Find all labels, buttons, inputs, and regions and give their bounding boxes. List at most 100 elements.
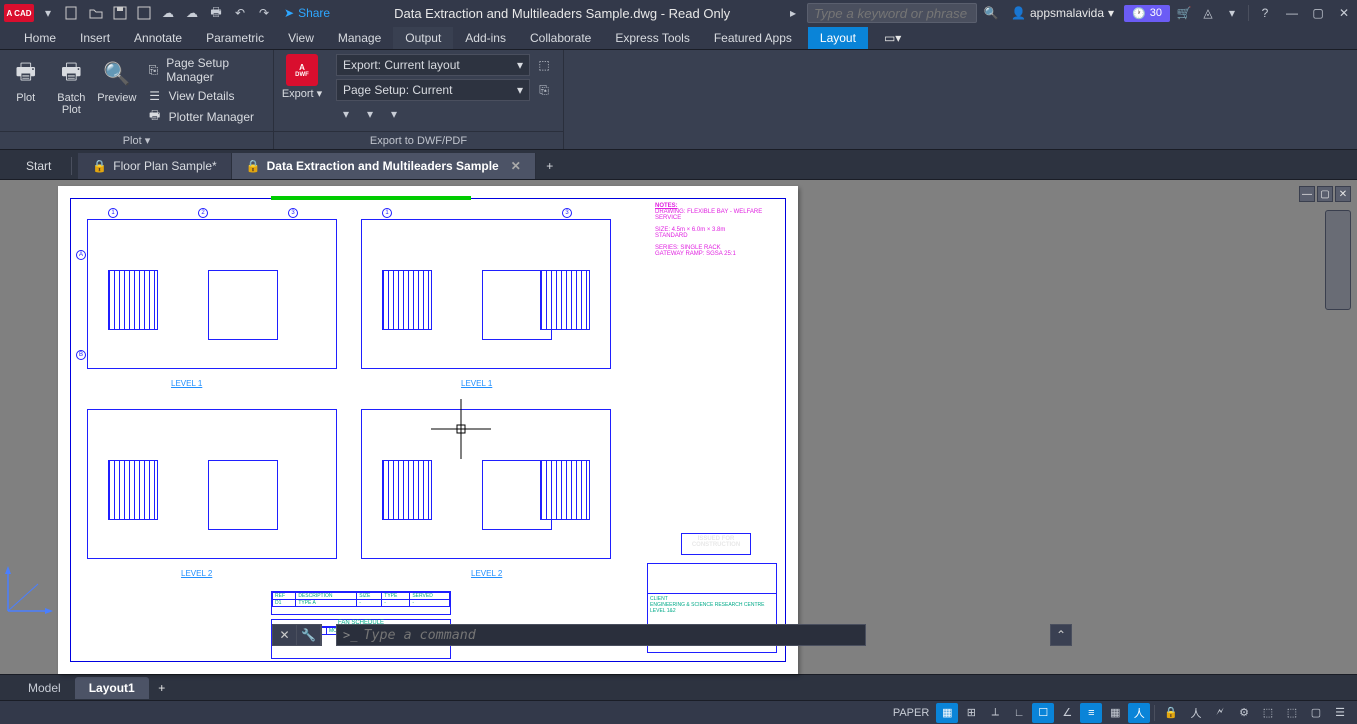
panel-export: ADWF Export ▾ Export: Current layout▾ ⬚ … — [274, 50, 564, 149]
batch-plot-button[interactable]: 🖶Batch Plot — [50, 54, 94, 127]
print-icon[interactable]: 🖶 — [206, 3, 226, 23]
open-icon[interactable] — [86, 3, 106, 23]
tab-output[interactable]: Output — [393, 27, 453, 49]
save-icon[interactable] — [110, 3, 130, 23]
page-setup-manager-button[interactable]: ⎘ Page Setup Manager — [141, 54, 269, 86]
plotter-manager-button[interactable]: 🖶Plotter Manager — [141, 107, 269, 127]
export-options-icon[interactable]: ⎘ — [534, 80, 554, 100]
restore-button[interactable]: ▢ — [1309, 4, 1327, 22]
status-customize-icon[interactable]: ☰ — [1329, 703, 1351, 723]
saveas-icon[interactable] — [134, 3, 154, 23]
tab-home[interactable]: Home — [12, 27, 68, 49]
plot-button[interactable]: 🖶Plot — [4, 54, 48, 127]
preview-button[interactable]: 🔍Preview — [95, 54, 139, 127]
commandline-expand[interactable]: ⌃ — [1050, 624, 1072, 646]
status-paper[interactable]: PAPER — [888, 703, 934, 723]
layout1-tab[interactable]: Layout1 — [75, 677, 149, 699]
close-tab-icon[interactable]: ✕ — [511, 159, 521, 173]
status-annoauto-icon[interactable]: 🗲 — [1209, 703, 1231, 723]
tab-featured[interactable]: Featured Apps — [702, 27, 804, 49]
status-cleanscreen-icon[interactable]: ▢ — [1305, 703, 1327, 723]
level-label: LEVEL 1 — [461, 379, 492, 388]
cmd-close-icon[interactable]: ✕ — [273, 624, 297, 646]
new-file-icon[interactable] — [62, 3, 82, 23]
status-angle-icon[interactable]: ∠ — [1056, 703, 1078, 723]
undo-icon[interactable]: ↶ — [230, 3, 250, 23]
dropdown-icon[interactable]: ▾ — [1222, 3, 1242, 23]
status-scale-lock-icon[interactable]: 🔒 — [1159, 703, 1183, 723]
tab-layout[interactable]: Layout — [808, 27, 868, 49]
file-tab-floorplan[interactable]: 🔒Floor Plan Sample* — [78, 153, 231, 179]
viewport-controls: — ▢ ✕ — [1299, 186, 1351, 202]
close-button[interactable]: ✕ — [1335, 4, 1353, 22]
status-snap-icon[interactable]: ⊞ — [960, 703, 982, 723]
status-transparency-icon[interactable]: ▦ — [1104, 703, 1126, 723]
page-setup-label: Page Setup Manager — [166, 56, 263, 84]
tab-addins[interactable]: Add-ins — [453, 27, 518, 49]
add-file-tab[interactable]: + — [536, 153, 564, 179]
share-button[interactable]: ➤Share — [284, 6, 330, 20]
page-setup-combo[interactable]: Page Setup: Current▾ — [336, 79, 530, 101]
drawing-canvas[interactable]: 1 2 3 A B 1 3 — [0, 180, 1357, 674]
status-lineweight-icon[interactable]: ≡ — [1080, 703, 1102, 723]
trial-badge[interactable]: 🕐30 — [1124, 5, 1170, 22]
export-more-icon[interactable]: ▾ — [384, 104, 404, 124]
search-box[interactable] — [807, 3, 977, 23]
user-account[interactable]: 👤appsmalavida▾ — [1011, 6, 1114, 20]
file-tab-dataextraction[interactable]: 🔒Data Extraction and Multileaders Sample… — [232, 153, 536, 179]
status-annovis-icon[interactable]: 人 — [1185, 703, 1207, 723]
search-input[interactable] — [814, 6, 970, 21]
vp-close-icon[interactable]: ✕ — [1335, 186, 1351, 202]
export-combo[interactable]: Export: Current layout▾ — [336, 54, 530, 76]
issued-stamp: ISSUED FOR CONSTRUCTION — [681, 533, 751, 555]
add-layout-tab[interactable]: + — [149, 681, 175, 695]
status-workspace-icon[interactable]: ⚙ — [1233, 703, 1255, 723]
tab-view[interactable]: View — [276, 27, 326, 49]
tab-manage[interactable]: Manage — [326, 27, 393, 49]
model-tab[interactable]: Model — [14, 677, 75, 699]
redo-icon[interactable]: ↷ — [254, 3, 274, 23]
tab-annotate[interactable]: Annotate — [122, 27, 194, 49]
status-units-icon[interactable]: ⬚ — [1281, 703, 1303, 723]
web-open-icon[interactable]: ☁ — [158, 3, 178, 23]
vp-restore-icon[interactable]: ▢ — [1317, 186, 1333, 202]
cmd-wrench-icon[interactable]: 🔧 — [297, 624, 321, 646]
details-icon: ☰ — [147, 88, 163, 104]
tab-express[interactable]: Express Tools — [603, 27, 701, 49]
export-dwf-icon[interactable]: ▾ — [360, 104, 380, 124]
app-logo[interactable]: A CAD — [4, 4, 34, 22]
dwf-icon: ADWF — [286, 54, 318, 86]
export-button[interactable]: ADWF Export ▾ — [274, 50, 330, 131]
status-ortho-icon[interactable]: ∟ — [1008, 703, 1030, 723]
vp-minimize-icon[interactable]: — — [1299, 186, 1315, 202]
command-line[interactable]: >_ — [336, 624, 866, 646]
tab-collaborate[interactable]: Collaborate — [518, 27, 603, 49]
tab-parametric[interactable]: Parametric — [194, 27, 276, 49]
command-input[interactable] — [363, 628, 859, 643]
minimize-button[interactable]: — — [1283, 4, 1301, 22]
tab-insert[interactable]: Insert — [68, 27, 122, 49]
export-window-icon[interactable]: ⬚ — [534, 55, 554, 75]
navigation-bar[interactable] — [1325, 210, 1351, 310]
web-save-icon[interactable]: ☁ — [182, 3, 202, 23]
search-arrow-icon[interactable]: ▸ — [783, 3, 803, 23]
status-monitor-icon[interactable]: ⬚ — [1257, 703, 1279, 723]
app-icon[interactable]: ◬ — [1198, 3, 1218, 23]
cart-icon[interactable]: 🛒 — [1174, 3, 1194, 23]
status-grid-icon[interactable]: ▦ — [936, 703, 958, 723]
new-icon[interactable]: ▾ — [38, 3, 58, 23]
tab-extra[interactable]: ▭▾ — [876, 27, 909, 49]
tab-start[interactable]: Start — [12, 153, 65, 179]
status-polar-icon[interactable]: ⟂ — [984, 703, 1006, 723]
status-osnap-icon[interactable]: ☐ — [1032, 703, 1054, 723]
panel-plot-title[interactable]: Plot ▾ — [0, 131, 273, 149]
view-details-button[interactable]: ☰View Details — [141, 86, 269, 106]
status-annoscale-icon[interactable]: 人 — [1128, 703, 1150, 723]
search-icon[interactable]: 🔍 — [981, 3, 1001, 23]
help-icon[interactable]: ? — [1255, 3, 1275, 23]
page-setup-icon: ⎘ — [147, 62, 161, 78]
chevron-down-icon: ▾ — [517, 83, 523, 97]
layout-tabs: Model Layout1 + — [0, 674, 1357, 700]
level-label: LEVEL 2 — [471, 569, 502, 578]
export-pdf-icon[interactable]: ▾ — [336, 104, 356, 124]
